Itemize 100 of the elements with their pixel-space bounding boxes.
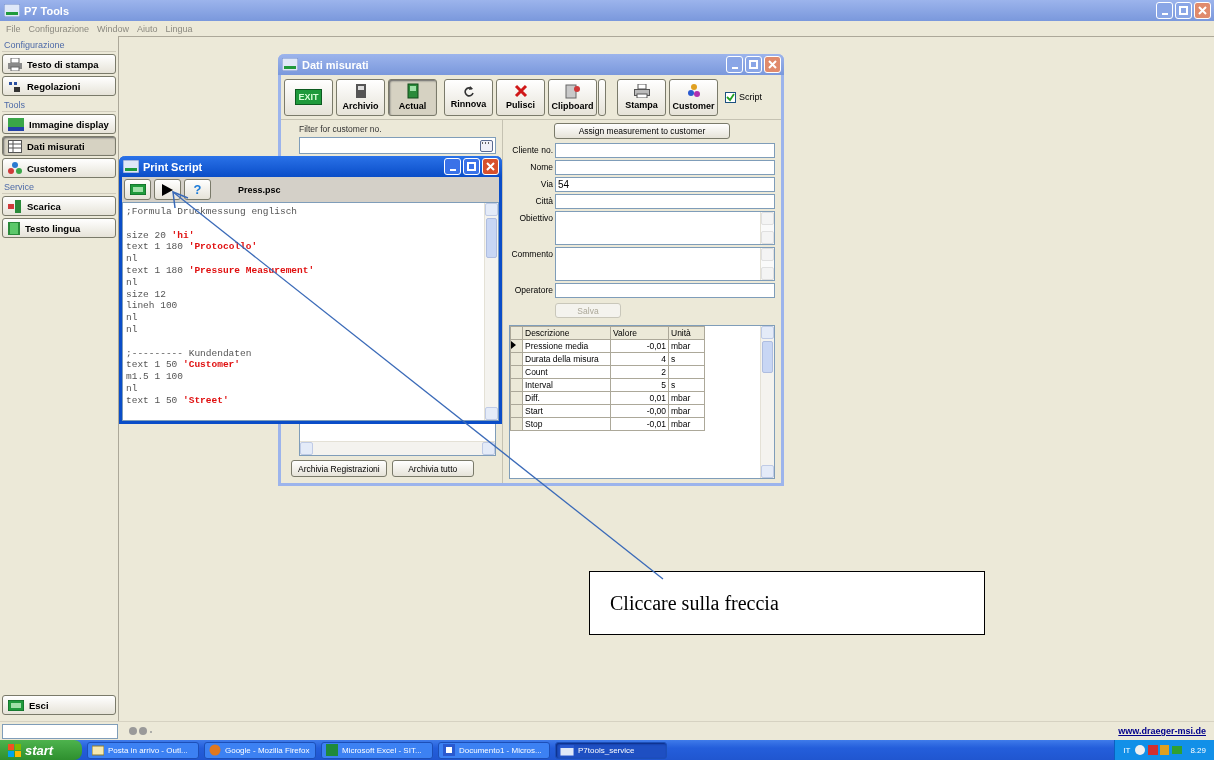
sidebar-item[interactable]: Testo di stampa (2, 54, 116, 74)
checkbox[interactable] (725, 91, 736, 103)
exit-button[interactable]: Esci (2, 695, 116, 715)
text-area[interactable] (555, 211, 775, 245)
toolbar-button[interactable] (598, 78, 606, 116)
table-icon (8, 139, 22, 153)
code-line: size 12 (126, 288, 167, 301)
text-field[interactable]: 54 (555, 177, 775, 192)
field-label: Città (534, 195, 553, 206)
taskbar-item[interactable]: Microsoft Excel - SIT... (321, 741, 433, 759)
text-area[interactable] (555, 247, 775, 281)
taskbar-item[interactable]: Documento1 - Micros... (438, 741, 550, 759)
exit-sign-icon (8, 699, 24, 711)
document-icon (353, 83, 368, 99)
help-button[interactable]: ? (184, 179, 211, 200)
status-field[interactable] (2, 723, 118, 739)
sidebar-item[interactable]: Immagine display (2, 114, 116, 134)
maximize-button[interactable] (463, 158, 480, 175)
play-icon (162, 183, 173, 196)
close-icon (768, 60, 777, 69)
toolbar-button[interactable]: Customer (669, 78, 718, 116)
sidebar-item[interactable]: Testo lingua (2, 218, 116, 238)
cross-icon (513, 84, 528, 98)
text-field[interactable] (555, 160, 775, 175)
field-label: Nome (529, 161, 553, 172)
toolbar-button[interactable]: Pulisci (496, 78, 545, 116)
run-button[interactable] (154, 179, 181, 200)
table-cell: Stop (522, 417, 611, 431)
printer-icon (8, 57, 22, 71)
sidebar-item[interactable]: Customers (2, 158, 116, 178)
table-cell: -0,01 (610, 417, 669, 431)
book-icon (8, 221, 20, 235)
close-button[interactable] (482, 158, 499, 175)
scrollbar[interactable] (484, 203, 498, 420)
field-label: Obiettivo (518, 212, 553, 223)
sidebar-item[interactable]: Scarica (2, 196, 116, 216)
archive-button[interactable]: Archivia tutto (391, 460, 474, 477)
table-cell: -0,00 (610, 404, 669, 418)
clipboard-icon (564, 83, 581, 99)
field-label: Cliente no. (511, 144, 553, 155)
toolbar-button[interactable]: Actual (388, 78, 437, 116)
ellipsis-icon (481, 140, 490, 145)
maximize-icon (467, 162, 476, 171)
sidebar-item[interactable]: Regolazioni (2, 76, 116, 96)
minimize-icon (731, 66, 738, 69)
taskbar-item[interactable]: Google - Mozilla Firefox (204, 741, 316, 759)
window-title: Print Script (143, 160, 203, 173)
text-field[interactable] (555, 143, 775, 158)
toolbar-button[interactable]: Rinnova (444, 78, 493, 116)
globe-icon (209, 744, 221, 756)
refresh-icon (462, 85, 475, 97)
app-icon (282, 58, 298, 71)
table-cell: Pressione media (522, 339, 611, 353)
table-cell: 2 (610, 365, 669, 379)
window-title: P7 Tools (24, 4, 70, 17)
table-cell: Durata della misura (522, 352, 611, 366)
field-label: Filter for customer no. (299, 124, 383, 134)
exit-button[interactable] (124, 179, 151, 200)
archive-button[interactable]: Archivia Registrazioni (291, 460, 387, 477)
app-icon (4, 4, 20, 17)
sidebar-item[interactable]: Dati misurati (2, 136, 116, 156)
column-header[interactable]: Unità (668, 326, 705, 340)
close-icon (1198, 6, 1207, 15)
column-header[interactable]: Valore (610, 326, 669, 340)
app-icon (123, 160, 139, 173)
table-cell: -0,01 (610, 339, 669, 353)
table-cell: mbar (668, 417, 705, 431)
taskbar-item[interactable]: P7tools_service (555, 741, 667, 759)
filter-field[interactable] (299, 137, 496, 154)
exit-sign-icon (129, 184, 146, 195)
column-header[interactable]: Descrizione (522, 326, 611, 340)
assign-button[interactable]: Assign measurement to customer (554, 123, 730, 139)
group-label: Configurazione (2, 39, 116, 52)
table-cell: 4 (610, 352, 669, 366)
scrollbar[interactable] (760, 212, 774, 244)
windows-flag-icon (8, 743, 21, 757)
printer-icon (633, 84, 650, 98)
toolbar-button[interactable]: Archivio (336, 78, 385, 116)
group-label: Service (2, 181, 116, 194)
table-cell: Interval (522, 378, 611, 392)
window-title: Dati misurati (302, 58, 369, 71)
scrollbar[interactable] (760, 326, 774, 478)
scrollbar[interactable] (760, 248, 774, 280)
table-cell: mbar (668, 391, 705, 405)
text-field[interactable] (555, 283, 775, 298)
device-icon (8, 199, 22, 213)
status-dots-icon (128, 726, 154, 736)
toolbar-button[interactable]: Clipboard (548, 78, 597, 116)
minimize-button[interactable] (444, 158, 461, 175)
code-line: m1.5 1 100 (126, 371, 184, 383)
text-field[interactable] (555, 194, 775, 209)
toolbar-button[interactable]: Stampa (617, 78, 666, 116)
code-line: nl (126, 323, 139, 336)
field-label: Via (539, 178, 553, 189)
scrollbar[interactable] (300, 441, 495, 455)
clock: 8.29 (1190, 745, 1206, 755)
website-link[interactable]: www.draeger-msi.de (1118, 726, 1206, 736)
people-icon (8, 161, 22, 175)
taskbar-item[interactable]: Posta in arrivo - Outl... (87, 741, 199, 759)
maximize-icon (1179, 6, 1188, 15)
